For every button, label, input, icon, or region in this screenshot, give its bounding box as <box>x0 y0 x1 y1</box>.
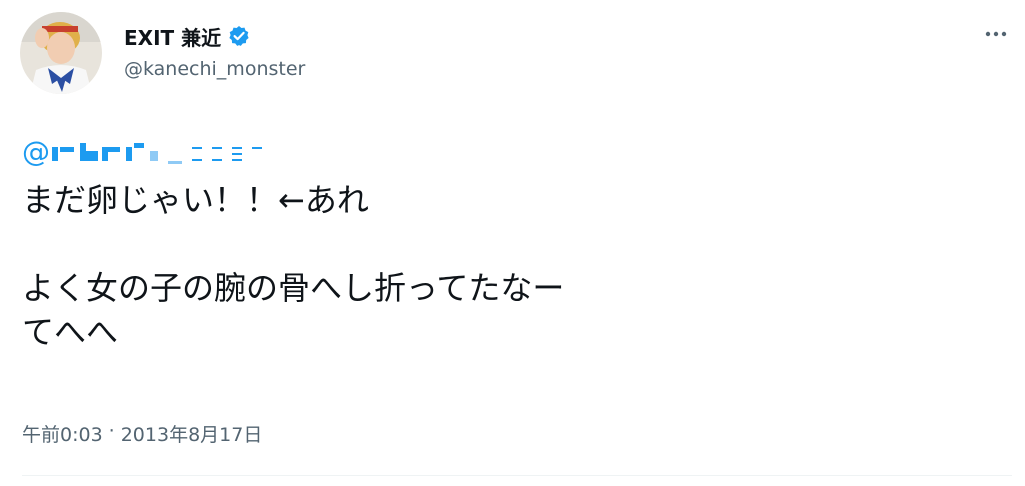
divider <box>22 475 1012 476</box>
author-name-row: EXIT 兼近 <box>124 22 250 50</box>
timestamp-separator: · <box>108 420 115 442</box>
avatar-image <box>20 12 102 94</box>
tweet-text-line: まだ卵じゃい！！←あれ <box>22 181 369 219</box>
more-horizontal-icon <box>985 31 1007 37</box>
tweet-timestamp: 午前0:03 · 2013年8月17日 <box>22 420 262 447</box>
tweet-text-line: よく女の子の腕の骨へし折ってたなー <box>22 269 565 307</box>
author-display-name[interactable]: EXIT 兼近 <box>124 22 221 51</box>
tweet-text: まだ卵じゃい！！←あれ よく女の子の腕の骨へし折ってたなー てへへ <box>22 178 982 354</box>
tweet-text-line <box>22 222 982 266</box>
tweet-card: EXIT 兼近 @kanechi_monster @ まだ卵じゃい！！←あれ よ… <box>0 0 1025 486</box>
tweet-date[interactable]: 2013年8月17日 <box>121 420 263 447</box>
redacted-mention <box>50 137 282 167</box>
verified-badge-icon <box>228 25 250 47</box>
more-options-button[interactable] <box>978 20 1014 48</box>
tweet-time[interactable]: 午前0:03 <box>22 420 103 447</box>
avatar[interactable] <box>20 12 102 94</box>
author-handle[interactable]: @kanechi_monster <box>124 58 305 80</box>
tweet-text-line: てへへ <box>22 313 119 351</box>
mention-at-symbol: @ <box>22 135 50 168</box>
mention-link[interactable]: @ <box>22 136 282 168</box>
